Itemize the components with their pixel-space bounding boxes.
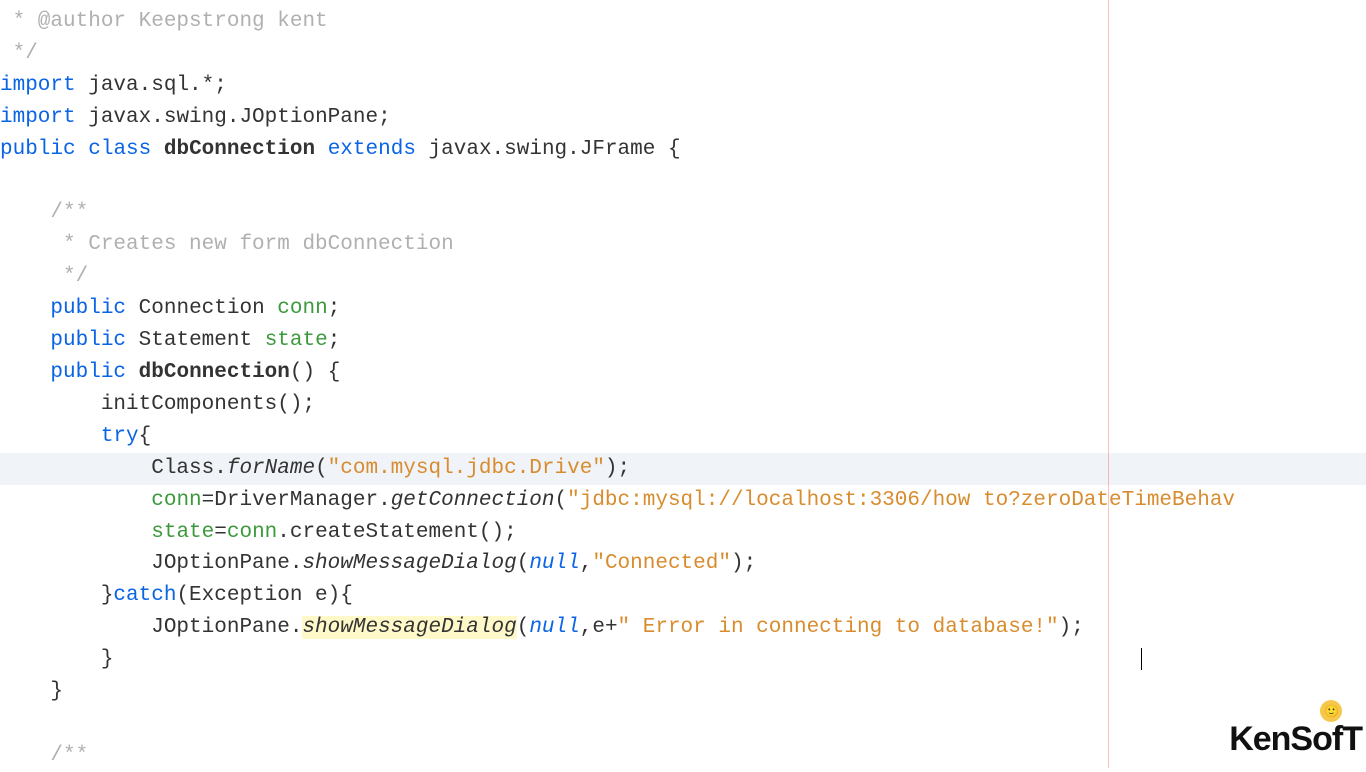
code-line: initComponents(); xyxy=(0,389,1366,421)
paren-close: ); xyxy=(1059,616,1084,639)
constructor-name: dbConnection xyxy=(139,361,290,384)
show-message-dialog-method: showMessageDialog xyxy=(302,552,516,575)
null-keyword: null xyxy=(529,552,579,575)
null-keyword: null xyxy=(529,616,579,639)
comma: , xyxy=(580,552,593,575)
catch-e-concat: ,e+ xyxy=(580,616,618,639)
code-line: /** xyxy=(0,197,1366,229)
constructor-open: () { xyxy=(290,361,340,384)
text-cursor xyxy=(1141,648,1142,670)
public-keyword: public xyxy=(0,138,76,161)
catch-keyword: catch xyxy=(113,584,176,607)
close-try-brace: } xyxy=(0,584,113,607)
code-line: conn=DriverManager.getConnection("jdbc:m… xyxy=(0,485,1366,517)
kensoft-logo: KenSo🙂fT xyxy=(1229,714,1362,766)
create-statement: .createStatement(); xyxy=(277,521,516,544)
catch-params: (Exception e){ xyxy=(176,584,352,607)
field-name: state xyxy=(265,329,328,352)
extends-keyword: extends xyxy=(328,138,416,161)
driver-string: "com.mysql.jdbc.Drive" xyxy=(328,457,605,480)
javadoc-close: */ xyxy=(0,265,88,288)
margin-ruler xyxy=(1108,0,1109,768)
code-line: public Connection conn; xyxy=(0,293,1366,325)
field-type: Connection xyxy=(139,297,265,320)
import-keyword: import xyxy=(0,74,76,97)
field-type: Statement xyxy=(139,329,252,352)
code-line: public Statement state; xyxy=(0,325,1366,357)
joptionpane-prefix: JOptionPane. xyxy=(0,616,302,639)
close-catch-brace: } xyxy=(0,648,113,671)
class-name: dbConnection xyxy=(164,138,315,161)
code-line: public class dbConnection extends javax.… xyxy=(0,134,1366,166)
paren-open: ( xyxy=(555,489,568,512)
import-target: javax.swing.JOptionPane; xyxy=(76,106,391,129)
close-ctor-brace: } xyxy=(0,680,63,703)
show-message-dialog-method-highlighted: showMessageDialog xyxy=(302,616,516,639)
conn-field: conn xyxy=(227,521,277,544)
import-keyword: import xyxy=(0,106,76,129)
state-field: state xyxy=(151,521,214,544)
code-line: } xyxy=(0,644,1366,676)
code-line: import javax.swing.JOptionPane; xyxy=(0,102,1366,134)
code-line xyxy=(0,708,1366,740)
driver-manager: =DriverManager. xyxy=(202,489,391,512)
code-line: import java.sql.*; xyxy=(0,70,1366,102)
try-keyword: try xyxy=(101,425,139,448)
field-name: conn xyxy=(277,297,327,320)
comment-close: */ xyxy=(0,42,38,65)
code-line: */ xyxy=(0,38,1366,70)
code-line: * Creates new form dbConnection xyxy=(0,229,1366,261)
code-line: JOptionPane.showMessageDialog(null,"Conn… xyxy=(0,548,1366,580)
paren-open: ( xyxy=(315,457,328,480)
public-keyword: public xyxy=(50,361,126,384)
try-brace: { xyxy=(139,425,152,448)
get-connection-method: getConnection xyxy=(391,489,555,512)
code-line: /** xyxy=(0,740,1366,772)
code-line: JOptionPane.showMessageDialog(null,e+" E… xyxy=(0,612,1366,644)
public-keyword: public xyxy=(50,329,126,352)
superclass: javax.swing.JFrame { xyxy=(429,138,681,161)
code-line: state=conn.createStatement(); xyxy=(0,517,1366,549)
code-line: * @author Keepstrong kent xyxy=(0,6,1366,38)
class-keyword: class xyxy=(88,138,151,161)
paren-close: ); xyxy=(605,457,630,480)
code-line: try{ xyxy=(0,421,1366,453)
javadoc-open: /** xyxy=(0,201,88,224)
init-components-call: initComponents(); xyxy=(0,393,315,416)
public-keyword: public xyxy=(50,297,126,320)
eq-sign: = xyxy=(214,521,227,544)
javadoc-open: /** xyxy=(0,744,88,767)
javadoc-body: * Creates new form dbConnection xyxy=(0,233,454,256)
author-comment: * @author Keepstrong kent xyxy=(0,10,328,33)
connected-string: "Connected" xyxy=(592,552,731,575)
code-line xyxy=(0,166,1366,198)
code-line: } xyxy=(0,676,1366,708)
error-string: " Error in connecting to database!" xyxy=(618,616,1059,639)
code-line: }catch(Exception e){ xyxy=(0,580,1366,612)
conn-field: conn xyxy=(151,489,201,512)
class-forname-prefix: Class. xyxy=(0,457,227,480)
code-editor[interactable]: * @author Keepstrong kent */ import java… xyxy=(0,0,1366,768)
code-line: */ xyxy=(0,261,1366,293)
forname-method: forName xyxy=(227,457,315,480)
paren-close: ); xyxy=(731,552,756,575)
jdbc-url-string: "jdbc:mysql://localhost:3306/how to?zero… xyxy=(567,489,1235,512)
joptionpane-prefix: JOptionPane. xyxy=(0,552,302,575)
import-target: java.sql.*; xyxy=(76,74,227,97)
code-line: public dbConnection() { xyxy=(0,357,1366,389)
highlighted-code-line: Class.forName("com.mysql.jdbc.Drive"); xyxy=(0,453,1366,485)
paren-open: ( xyxy=(517,616,530,639)
paren-open: ( xyxy=(517,552,530,575)
